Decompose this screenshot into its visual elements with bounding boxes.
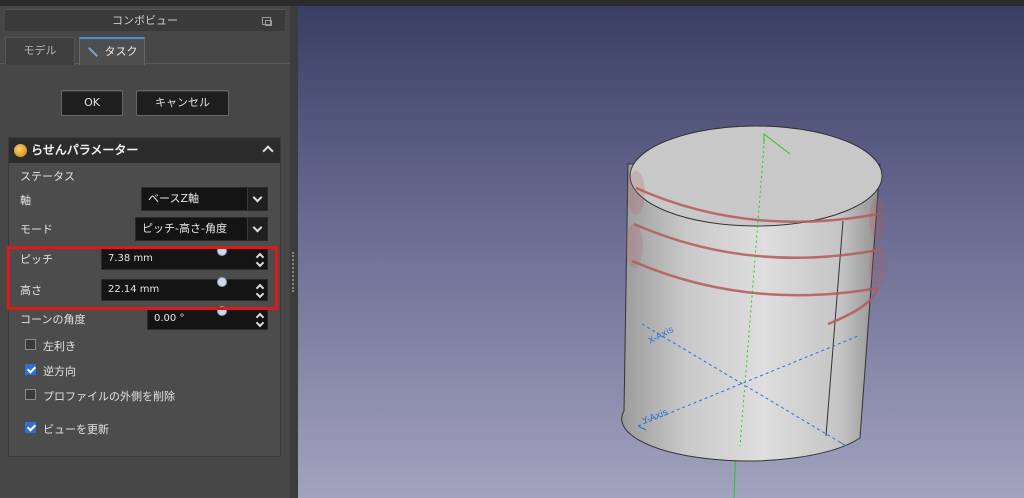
ok-button[interactable]: OK xyxy=(61,90,123,116)
chevron-down-icon[interactable] xyxy=(247,218,267,240)
helix-icon xyxy=(14,144,27,157)
remove-outside-label: プロファイルの外側を削除 xyxy=(43,390,175,403)
update-view-checkbox[interactable] xyxy=(25,422,36,433)
3d-view[interactable]: X-Axis Y-Axis xyxy=(298,6,1024,498)
left-handed-checkbox[interactable] xyxy=(25,339,36,350)
remove-outside-checkbox[interactable] xyxy=(25,389,36,400)
spin-down-icon[interactable] xyxy=(255,318,265,328)
cone-angle-input[interactable]: 0.00 ° xyxy=(147,306,268,330)
combo-view-panel: コンボビュー モデル タスク OK キャンセル らせんパラメーター ステータス … xyxy=(0,6,290,498)
3d-scene[interactable]: X-Axis Y-Axis xyxy=(298,6,1024,498)
section-header[interactable]: らせんパラメーター xyxy=(9,138,280,163)
mode-combo[interactable]: ピッチ-高さ-角度 xyxy=(135,217,268,241)
update-view-label: ビューを更新 xyxy=(43,423,109,436)
reversed-checkbox[interactable] xyxy=(25,364,36,375)
splitter-grip[interactable] xyxy=(292,252,294,292)
float-icon[interactable] xyxy=(262,17,272,26)
cylinder-top[interactable] xyxy=(629,125,883,227)
axis-combo[interactable]: ベースZ軸 xyxy=(141,187,268,211)
tab-model[interactable]: モデル xyxy=(5,37,75,65)
cone-angle-label: コーンの角度 xyxy=(20,313,86,326)
reversed-label: 逆方向 xyxy=(43,365,76,378)
axis-label: 軸 xyxy=(20,194,31,207)
left-handed-label: 左利き xyxy=(43,340,76,353)
status-label: ステータス xyxy=(20,170,75,183)
panel-title: コンボビュー xyxy=(5,9,285,31)
cancel-button[interactable]: キャンセル xyxy=(136,90,229,116)
tab-task[interactable]: タスク xyxy=(79,37,145,65)
chevron-down-icon[interactable] xyxy=(247,188,267,210)
highlight-box xyxy=(7,246,278,310)
tab-bar: モデル タスク xyxy=(0,34,290,65)
collapse-icon[interactable] xyxy=(262,145,274,157)
pencil-icon xyxy=(87,47,98,57)
mode-label: モード xyxy=(20,223,53,236)
